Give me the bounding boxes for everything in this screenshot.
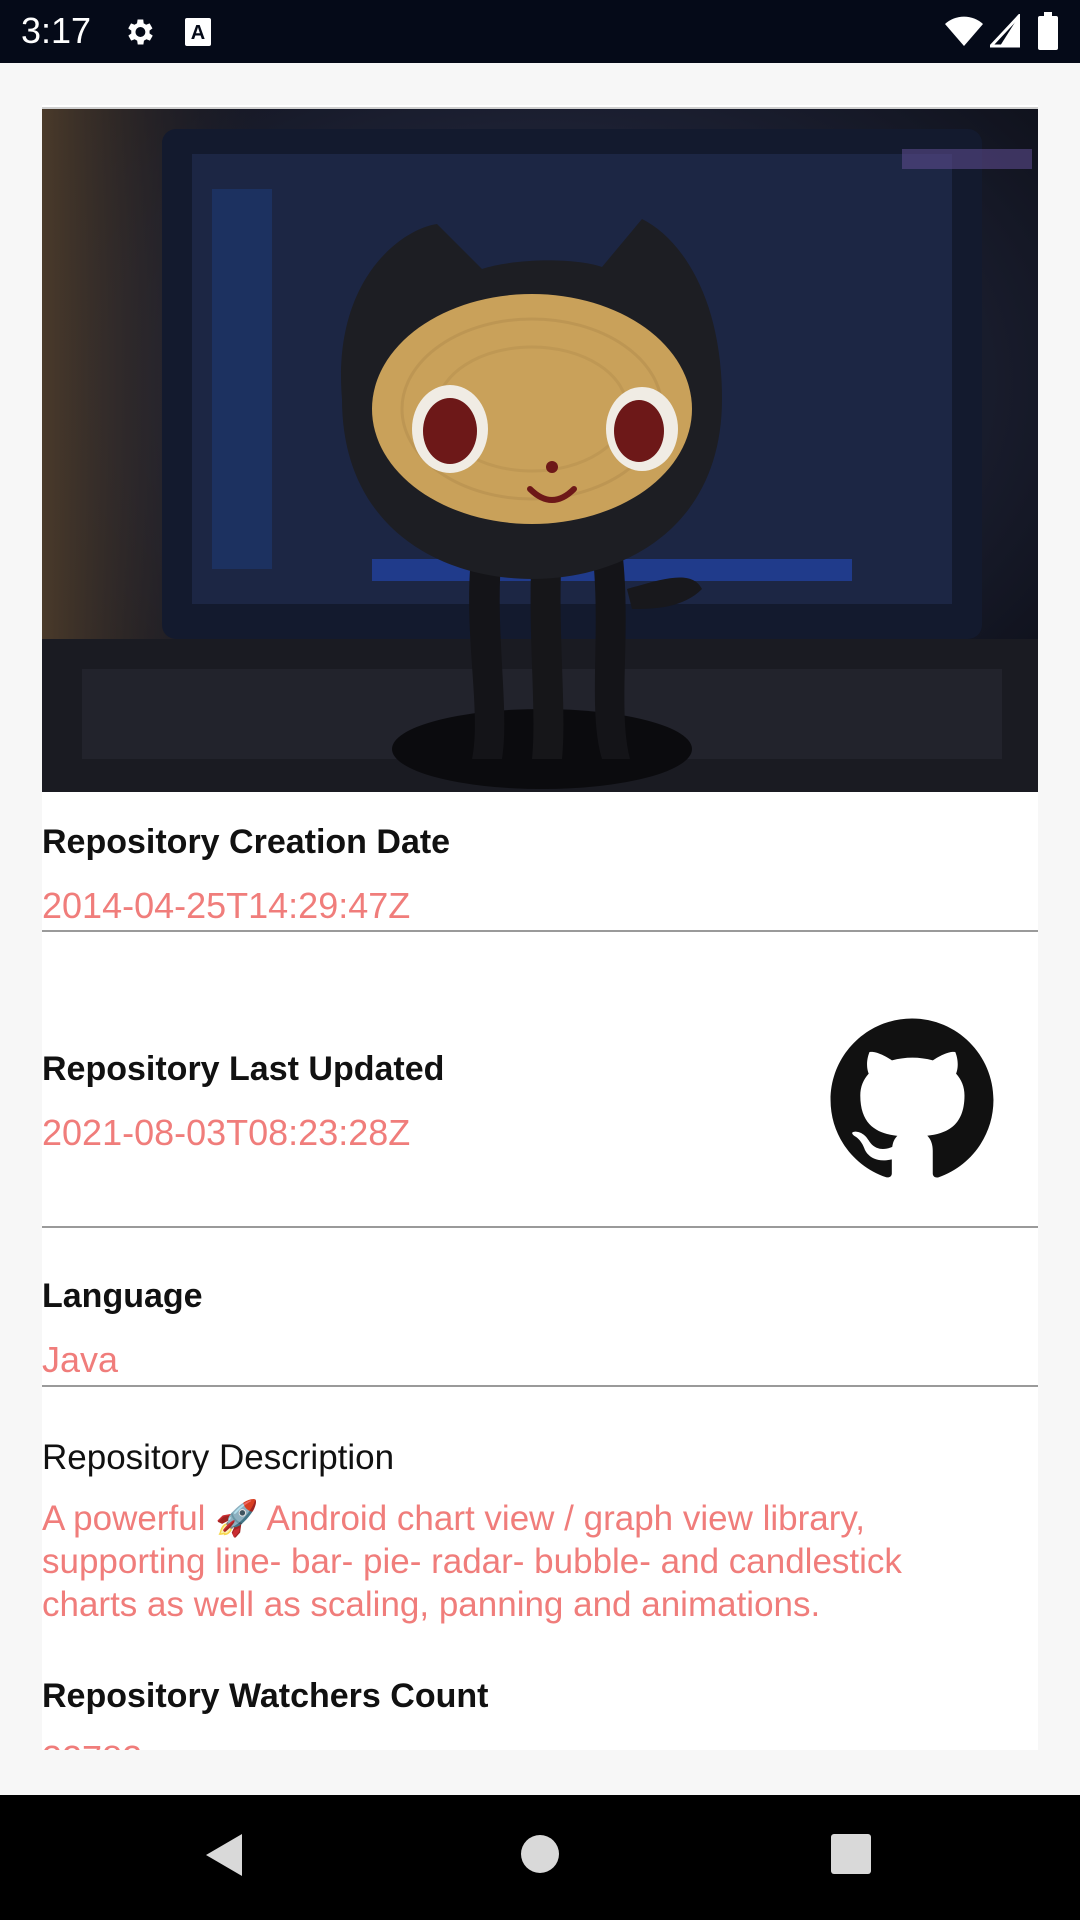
navigation-bar [0, 1795, 1080, 1920]
creation-date-value: 2014-04-25T14:29:47Z [42, 885, 411, 926]
wifi-icon [944, 14, 984, 53]
home-icon[interactable] [520, 1834, 560, 1879]
creation-date-label: Repository Creation Date [42, 823, 451, 861]
description-label: Repository Description [42, 1438, 395, 1477]
last-updated-label: Repository Last Updated [42, 1050, 445, 1088]
gear-icon [122, 15, 156, 54]
watchers-count-label: Repository Watchers Count [42, 1677, 489, 1715]
status-bar: 3:17 A [0, 0, 1080, 63]
repository-detail-card: Repository Creation Date 2014-04-25T14:2… [42, 105, 1038, 1750]
status-time: 3:17 [21, 10, 92, 51]
cell-signal-icon [987, 12, 1021, 53]
last-updated-value: 2021-08-03T08:23:28Z [42, 1112, 411, 1153]
back-icon[interactable] [200, 1830, 246, 1885]
description-value: A powerful 🚀 Android chart view / graph … [42, 1499, 902, 1624]
svg-text:A: A [191, 22, 205, 44]
github-logo-icon [827, 1015, 997, 1185]
divider [42, 930, 1038, 932]
language-label: Language [42, 1277, 203, 1315]
divider [42, 1385, 1038, 1387]
recents-icon[interactable] [830, 1833, 872, 1880]
watchers-count-value: 32782 [42, 1738, 142, 1750]
language-value: Java [42, 1339, 119, 1380]
keyboard-a-icon: A [184, 17, 212, 52]
divider [42, 1226, 1038, 1228]
hero-image [42, 107, 1038, 792]
battery-icon [1038, 12, 1058, 55]
